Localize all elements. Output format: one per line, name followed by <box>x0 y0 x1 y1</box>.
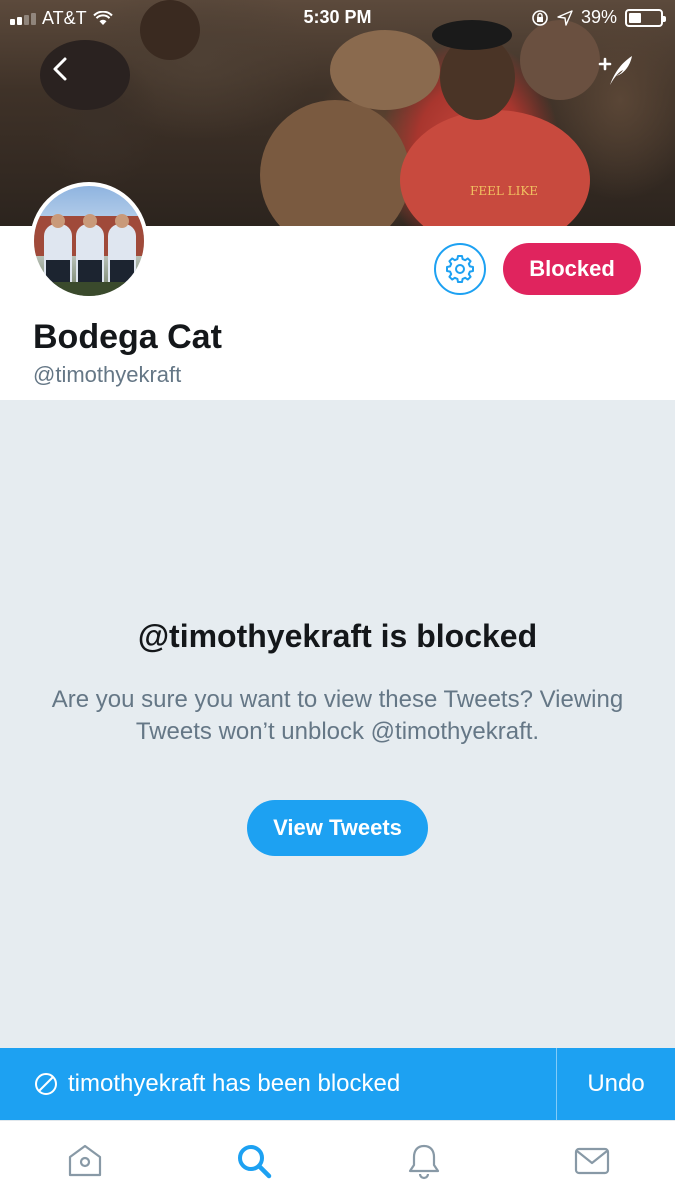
tab-messages[interactable] <box>572 1141 612 1181</box>
profile-avatar[interactable] <box>30 182 148 300</box>
avatar-ground <box>34 282 144 296</box>
blocked-notice-panel: @timothyekraft is blocked Are you sure y… <box>0 400 675 1048</box>
battery-percent: 39% <box>580 7 617 27</box>
undo-button[interactable]: Undo <box>557 1048 675 1120</box>
blocked-notice-description: Are you sure you want to view these Twee… <box>51 686 624 745</box>
chevron-left-icon <box>53 57 67 81</box>
avatar-person <box>76 214 104 288</box>
avatar-person <box>44 214 72 288</box>
profile-settings-button[interactable] <box>434 243 486 295</box>
messages-envelope-icon <box>574 1147 610 1175</box>
profile-display-name: Bodega Cat <box>33 318 222 356</box>
blocked-button[interactable]: Blocked <box>503 243 641 295</box>
rotation-lock-icon <box>532 9 548 26</box>
search-icon <box>238 1145 272 1179</box>
blocked-circle-icon <box>35 1073 57 1095</box>
profile-handle: @timothyekraft <box>33 362 182 387</box>
banner-crowd-figure <box>330 30 440 110</box>
banner-shirt-text: FEEL LIKE <box>470 184 539 198</box>
view-tweets-button[interactable]: View Tweets <box>247 800 428 856</box>
home-icon <box>68 1144 102 1177</box>
back-button[interactable] <box>44 52 78 86</box>
location-arrow-icon <box>557 9 573 26</box>
toast-message: timothyekraft has been blocked <box>68 1070 401 1097</box>
blocked-toast: timothyekraft has been blocked Undo <box>0 1048 675 1120</box>
notifications-bell-icon <box>408 1144 440 1180</box>
status-bar: AT&T 5:30 PM 39% <box>0 0 675 36</box>
compose-tweet-icon <box>598 56 632 85</box>
gear-icon <box>446 255 474 283</box>
battery-icon <box>625 8 666 27</box>
banner-crowd-figure <box>400 110 590 226</box>
tab-search[interactable] <box>234 1141 274 1181</box>
blocked-notice-title: @timothyekraft is blocked <box>137 618 538 654</box>
avatar-person <box>108 214 136 288</box>
banner-crowd-figure <box>260 100 410 226</box>
tab-notifications[interactable] <box>404 1141 444 1181</box>
tab-home[interactable] <box>65 1141 105 1181</box>
bottom-tab-bar <box>0 1120 675 1200</box>
compose-tweet-button[interactable] <box>596 52 636 88</box>
